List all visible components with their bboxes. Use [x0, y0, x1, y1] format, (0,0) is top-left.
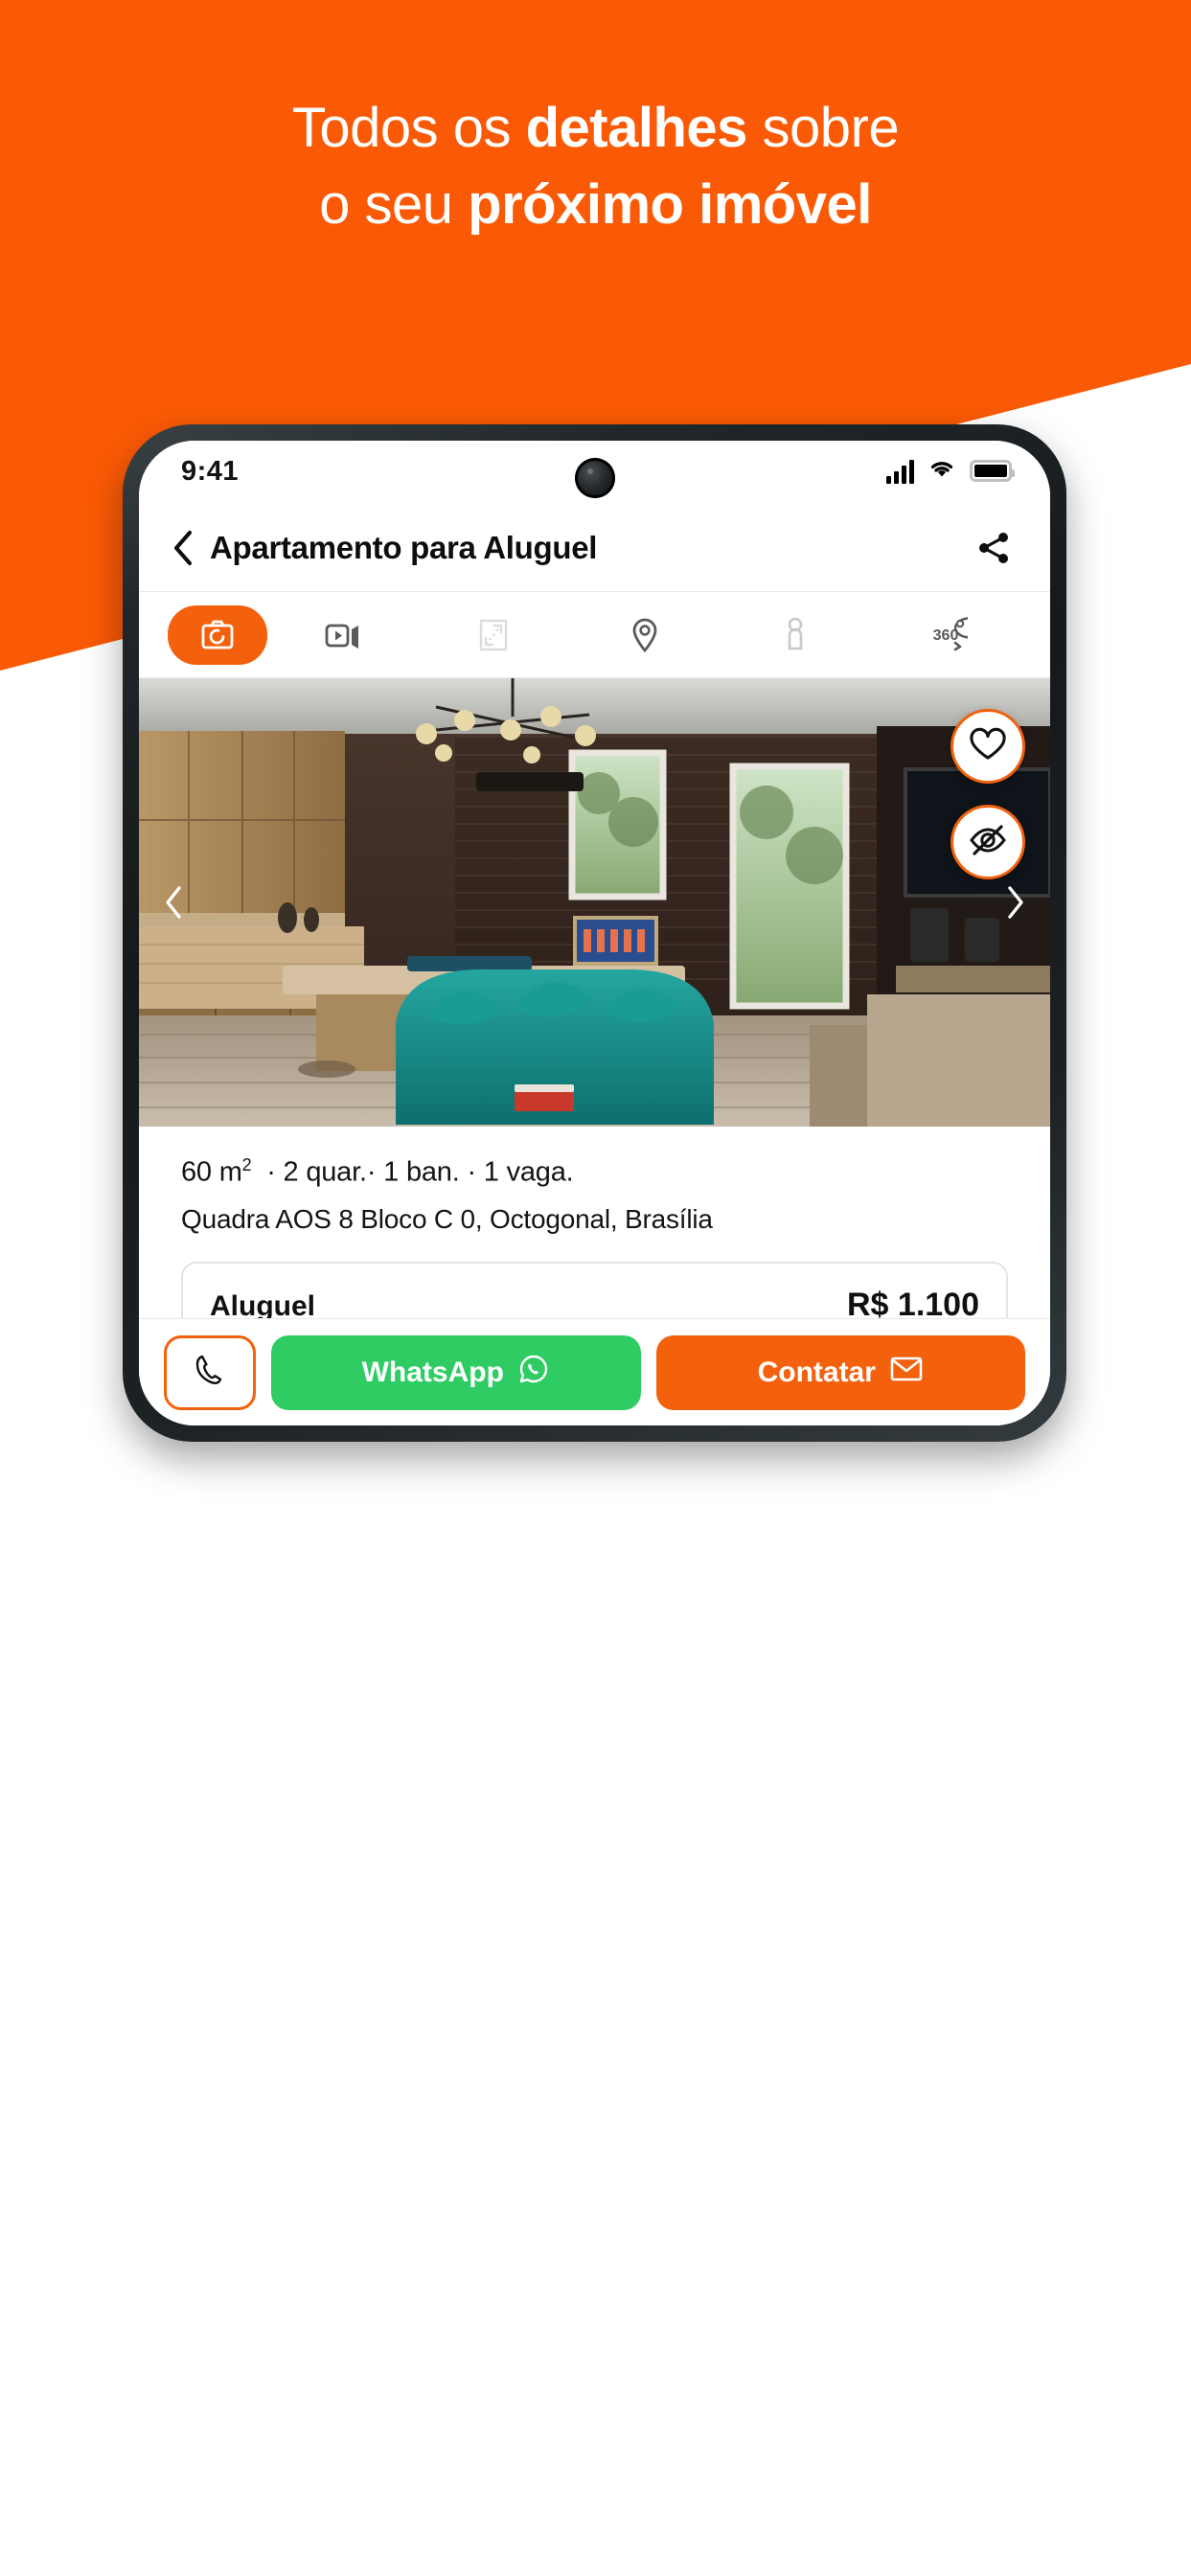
heart-icon: [969, 727, 1007, 766]
media-tab-bar: 360: [139, 592, 1050, 678]
camera-icon: [198, 618, 237, 652]
phone-icon: [194, 1354, 226, 1391]
spec-sep-2: ·: [366, 1156, 377, 1188]
app-header: Apartamento para Aluguel: [139, 504, 1050, 592]
property-specs: 60 m2 · 2 quar.· 1 ban. · 1 vaga.: [181, 1155, 1008, 1189]
hero-line1-post: sobre: [746, 97, 900, 159]
media-tab-360[interactable]: 360: [871, 604, 1021, 666]
property-address: Quadra AOS 8 Bloco C 0, Octogonal, Brasí…: [181, 1203, 713, 1234]
spec-sep-3: ·: [467, 1156, 476, 1188]
phone-screen: 9:41 Apartamento para Aluguel 360 60 m2 …: [139, 441, 1050, 1425]
spec-parking: 1 vaga.: [483, 1156, 574, 1188]
battery-icon: [970, 460, 1015, 482]
page-title: Apartamento para Aluguel: [210, 529, 598, 565]
signal-icon: [886, 459, 914, 484]
spec-area: 60 m: [181, 1156, 242, 1188]
share-icon[interactable]: [973, 528, 1014, 568]
hero-line1-bold: detalhes: [525, 97, 748, 159]
media-tab-floorplan[interactable]: [418, 604, 568, 666]
status-icons: [886, 457, 1015, 485]
eye-off-icon: [967, 822, 1009, 863]
whatsapp-icon: [517, 1353, 550, 1393]
hero-line2-pre: o seu: [319, 173, 469, 236]
favorite-button[interactable]: [951, 709, 1025, 784]
spec-bedrooms: 2 quar.: [283, 1156, 367, 1188]
media-tab-map[interactable]: [569, 604, 720, 666]
mail-icon: [889, 1355, 924, 1391]
wifi-icon: [927, 457, 957, 485]
spec-bathrooms: 1 ban.: [383, 1156, 460, 1188]
hero-headline: Todos os detalhes sobre o seu próximo im…: [0, 101, 1191, 233]
media-tab-photos[interactable]: [168, 604, 267, 665]
front-camera-icon: [575, 458, 615, 498]
carousel-prev-button[interactable]: [152, 881, 195, 923]
call-button[interactable]: [164, 1334, 256, 1410]
hero-line2-bold: próximo imóvel: [468, 173, 872, 236]
map-pin-icon: [630, 616, 660, 654]
hide-listing-button[interactable]: [951, 805, 1025, 879]
spec-sep-1: ·: [266, 1156, 276, 1188]
360-icon: 360: [924, 616, 969, 653]
photo-carousel[interactable]: [139, 678, 1050, 1127]
chevron-left-icon[interactable]: [166, 530, 200, 565]
hero-line1-pre: Todos os: [291, 97, 526, 159]
status-bar: 9:41: [139, 441, 1050, 504]
floorplan-icon: [475, 617, 512, 653]
whatsapp-label: WhatsApp: [361, 1356, 504, 1388]
person-icon: [783, 616, 808, 654]
phone-mockup: 9:41 Apartamento para Aluguel 360 60 m2 …: [123, 424, 1066, 1442]
carousel-next-button[interactable]: [995, 881, 1037, 923]
media-tab-streetview[interactable]: [720, 604, 870, 666]
status-time: 9:41: [181, 456, 240, 487]
property-photo: [139, 678, 1050, 1127]
whatsapp-button[interactable]: WhatsApp: [271, 1334, 641, 1410]
spec-area-exponent: 2: [241, 1155, 252, 1174]
action-bar: WhatsApp Contatar: [139, 1318, 1050, 1425]
page-root: Todos os detalhes sobre o seu próximo im…: [0, 0, 1191, 2576]
contact-label: Contatar: [757, 1356, 876, 1388]
contact-button[interactable]: Contatar: [655, 1334, 1025, 1410]
media-tab-video[interactable]: [267, 604, 418, 666]
video-icon: [323, 619, 363, 651]
